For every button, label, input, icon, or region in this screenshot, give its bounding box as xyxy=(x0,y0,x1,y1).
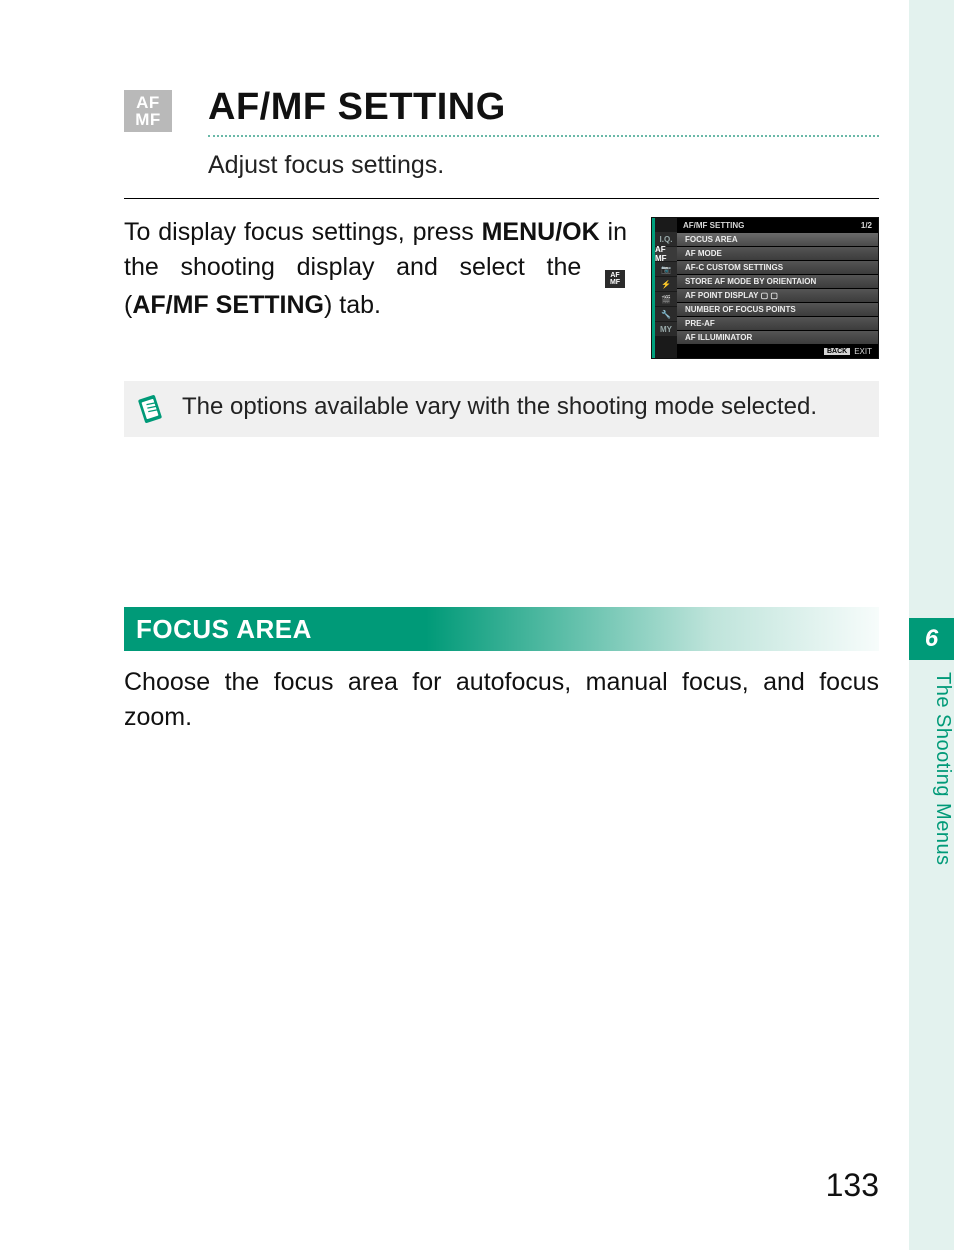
afmf-icon-line1: AF xyxy=(136,94,160,111)
menu-tab-column: I.Q. AF MF 📷 ⚡ 🎬 🔧 MY xyxy=(655,232,677,336)
section-description: Choose the focus area for autofocus, man… xyxy=(124,665,879,734)
menu-item: PRE-AF xyxy=(677,316,878,330)
menu-item: AF MODE xyxy=(677,246,878,260)
intro-text-pre: To display focus settings, press xyxy=(124,218,482,246)
menu-item: AF-C CUSTOM SETTINGS xyxy=(677,260,878,274)
menu-tab: 📷 xyxy=(655,262,677,276)
section-title: FOCUS AREA xyxy=(136,614,312,645)
menu-tab: MY xyxy=(655,322,677,336)
menu-tab: 🎬 xyxy=(655,292,677,306)
dotted-divider xyxy=(208,135,879,137)
menu-tab: I.Q. xyxy=(655,232,677,246)
heading-underline xyxy=(124,198,879,199)
tab-label: AF/MF SETTING xyxy=(132,291,324,319)
menu-header-page: 1/2 xyxy=(861,221,872,230)
afmf-mini-icon: AFMF xyxy=(605,270,625,288)
menu-header: AF/MF SETTING 1/2 xyxy=(677,218,878,232)
menu-tab: 🔧 xyxy=(655,307,677,321)
camera-menu-thumbnail: I.Q. AF MF 📷 ⚡ 🎬 🔧 MY AF/MF SETTING 1/2 … xyxy=(651,217,879,359)
menu-header-title: AF/MF SETTING xyxy=(683,221,744,230)
menu-exit-label: EXIT xyxy=(854,347,872,356)
chapter-label: The Shooting Menus xyxy=(909,672,954,866)
chapter-number-tab: 6 xyxy=(909,618,954,660)
menu-ok-label: MENU/OK xyxy=(482,218,600,246)
menu-back-label: BACK xyxy=(824,348,850,355)
menu-tab: AF MF xyxy=(655,247,677,261)
page-title: AF/MF SETTING xyxy=(208,86,879,129)
afmf-icon-line2: MF xyxy=(135,111,161,128)
note-text: The options available vary with the shoo… xyxy=(182,391,817,423)
page-body: AF MF AF/MF SETTING Adjust focus setting… xyxy=(0,0,909,1250)
heading-block: AF MF AF/MF SETTING Adjust focus setting… xyxy=(124,86,879,199)
page-number: 133 xyxy=(826,1167,879,1204)
menu-tab: ⚡ xyxy=(655,277,677,291)
menu-item: NUMBER OF FOCUS POINTS xyxy=(677,302,878,316)
menu-item: FOCUS AREA xyxy=(677,232,878,246)
intro-row: To display focus settings, press MENU/OK… xyxy=(124,215,879,359)
intro-paragraph: To display focus settings, press MENU/OK… xyxy=(124,215,627,359)
note-box: The options available vary with the shoo… xyxy=(124,381,879,437)
intro-text-tail: tab. xyxy=(332,291,381,319)
menu-item: STORE AF MODE BY ORIENTAION xyxy=(677,274,878,288)
section-title-bar: FOCUS AREA xyxy=(124,607,879,651)
afmf-icon: AF MF xyxy=(124,90,172,132)
menu-item: AF ILLUMINATOR xyxy=(677,330,878,344)
page-subtitle: Adjust focus settings. xyxy=(208,151,879,180)
menu-item-list: FOCUS AREA AF MODE AF-C CUSTOM SETTINGS … xyxy=(677,232,878,344)
note-icon xyxy=(136,395,164,423)
menu-item: AF POINT DISPLAY ▢ ▢ xyxy=(677,288,878,302)
side-strip: 6 The Shooting Menus xyxy=(909,0,954,1250)
menu-footer: BACK EXIT xyxy=(677,344,878,358)
